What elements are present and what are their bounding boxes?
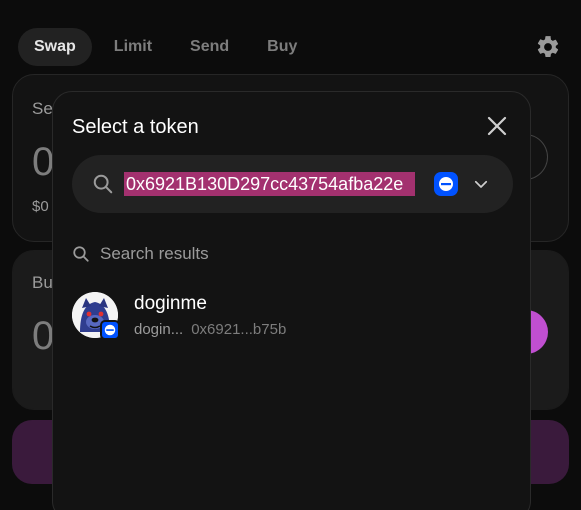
- token-symbol: dogin...: [134, 321, 184, 338]
- select-token-modal: Select a token 0x6921B130D297cc43754afba…: [52, 91, 531, 510]
- tab-buy[interactable]: Buy: [251, 28, 313, 66]
- buy-label: Bu: [32, 273, 53, 292]
- chevron-down-icon: [474, 180, 488, 188]
- base-chain-icon: [434, 172, 458, 196]
- search-icon: [73, 246, 89, 262]
- token-name: doginme: [134, 293, 207, 314]
- search-results-header: Search results: [72, 244, 209, 264]
- gear-icon[interactable]: [535, 34, 561, 60]
- swap-tabs: Swap Limit Send Buy: [18, 28, 319, 66]
- tab-send[interactable]: Send: [174, 28, 245, 66]
- chain-selector-button[interactable]: [434, 172, 490, 196]
- buy-amount: 0: [32, 314, 55, 358]
- base-chain-icon: [100, 320, 120, 340]
- search-results-label: Search results: [100, 244, 209, 263]
- token-result-row[interactable]: doginme dogin... 0x6921...b75b: [72, 292, 512, 342]
- sell-label: Se: [32, 99, 53, 118]
- token-search-input[interactable]: 0x6921B130D297cc43754afba22e: [124, 172, 415, 196]
- tab-swap[interactable]: Swap: [18, 28, 92, 66]
- search-icon: [93, 174, 113, 194]
- modal-title: Select a token: [72, 116, 199, 138]
- tab-limit[interactable]: Limit: [98, 28, 168, 66]
- sell-usd: $0: [32, 198, 49, 215]
- sell-amount: 0: [32, 140, 55, 184]
- close-icon[interactable]: [485, 114, 509, 138]
- token-address: 0x6921...b75b: [191, 321, 287, 338]
- token-details: dogin... 0x6921...b75b: [134, 321, 286, 338]
- token-search-box: 0x6921B130D297cc43754afba22e: [72, 155, 513, 213]
